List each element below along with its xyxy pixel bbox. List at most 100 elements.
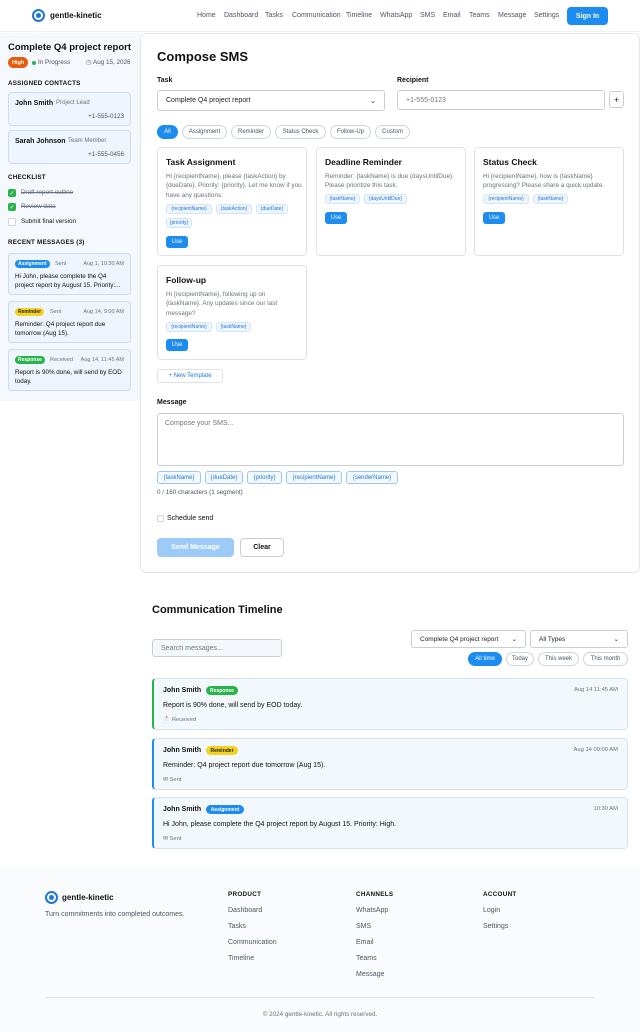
insert-variable-button[interactable]: {taskName} <box>157 471 201 484</box>
template-card[interactable]: Deadline Reminder Reminder: {taskName} i… <box>316 147 466 256</box>
template-tag: {priority} <box>166 218 192 228</box>
insert-variable-button[interactable]: {senderName} <box>346 471 398 484</box>
message-label: Message <box>157 399 187 406</box>
footer-link[interactable]: Email <box>356 939 374 946</box>
send-message-button[interactable]: Send Message <box>157 538 234 557</box>
timeline-message[interactable]: John Smith Assignment 10:30 AM Hi John, … <box>152 797 628 849</box>
contacts-heading: ASSIGNED CONTACTS <box>8 80 81 87</box>
nav-home[interactable]: Home <box>197 12 216 19</box>
site-footer: gentle-kinetic Turn commitments into com… <box>0 866 640 1032</box>
nav-communication[interactable]: Communication <box>292 12 341 19</box>
footer-col-title: CHANNELS <box>356 891 394 898</box>
nav-dashboard[interactable]: Dashboard <box>224 12 258 19</box>
task-label: Task <box>157 77 173 84</box>
logo-icon <box>45 891 58 904</box>
nav-message[interactable]: Message <box>498 12 526 19</box>
timeline-message[interactable]: John Smith Reminder Aug 14 09:00 AM Remi… <box>152 738 628 790</box>
message-body: Reminder: Q4 project report due tomorrow… <box>163 762 326 769</box>
type-filter-select[interactable]: All Types ⌄ <box>530 630 628 648</box>
range-today[interactable]: Today <box>506 652 534 666</box>
clock-icon: ◷ <box>86 59 92 66</box>
type-badge: Response <box>15 356 45 364</box>
template-title: Deadline Reminder <box>325 157 402 167</box>
filter-reminder[interactable]: Reminder <box>231 125 271 139</box>
nav-tasks[interactable]: Tasks <box>265 12 283 19</box>
status-text: Sent <box>169 836 182 842</box>
timeline-message[interactable]: John Smith Response Aug 14 11:45 AM Repo… <box>152 678 628 730</box>
template-tag: {recipientName} <box>483 194 529 204</box>
template-tag: {recipientName} <box>166 322 212 332</box>
footer-link[interactable]: SMS <box>356 923 371 930</box>
nav-email[interactable]: Email <box>443 12 461 19</box>
template-body: Reminder: {taskName} is due {daysUntilDu… <box>325 173 454 190</box>
insert-variable-button[interactable]: {priority} <box>247 471 282 484</box>
search-input[interactable] <box>152 639 282 657</box>
insert-variable-button[interactable]: {recipientName} <box>286 471 342 484</box>
brand-name[interactable]: gentle-kinetic <box>50 11 102 20</box>
filter-all[interactable]: All <box>157 125 178 139</box>
range-this-week[interactable]: This week <box>538 652 579 666</box>
checkbox-checked-icon[interactable]: ✓ <box>8 203 16 211</box>
footer-link[interactable]: WhatsApp <box>356 907 388 914</box>
filter-assignment[interactable]: Assignment <box>182 125 227 139</box>
communication-timeline: Communication Timeline Complete Q4 proje… <box>140 588 640 864</box>
filter-status-check[interactable]: Status Check <box>275 125 326 139</box>
range-all-time[interactable]: All time <box>468 652 502 666</box>
clear-button[interactable]: Clear <box>240 538 284 557</box>
add-recipient-button[interactable]: + <box>609 91 624 108</box>
new-template-button[interactable]: + New Template <box>157 369 223 383</box>
use-template-button[interactable]: Use <box>166 236 188 248</box>
filter-follow-up[interactable]: Follow-Up <box>330 125 371 139</box>
nav-whatsapp[interactable]: WhatsApp <box>380 12 412 19</box>
recent-message[interactable]: Reminder Sent Aug 14, 9:00 AM Reminder: … <box>8 301 131 343</box>
footer-link[interactable]: Settings <box>483 923 508 930</box>
sign-in-button[interactable]: Sign In <box>567 7 608 25</box>
nav-teams[interactable]: Teams <box>469 12 490 19</box>
insert-variable-button[interactable]: {dueDate} <box>205 471 243 484</box>
use-template-button[interactable]: Use <box>483 212 505 224</box>
type-badge: Reminder <box>15 308 45 316</box>
template-card[interactable]: Follow-up Hi {recipientName}, following … <box>157 265 307 360</box>
nav-settings[interactable]: Settings <box>534 12 559 19</box>
footer-link[interactable]: Communication <box>228 939 277 946</box>
template-tag: {dueDate} <box>256 204 288 214</box>
nav-timeline[interactable]: Timeline <box>346 12 372 19</box>
message-textarea[interactable] <box>157 413 624 466</box>
footer-link[interactable]: Timeline <box>228 955 254 962</box>
template-card[interactable]: Task Assignment Hi {recipientName}, plea… <box>157 147 307 256</box>
checklist-heading: CHECKLIST <box>8 174 46 181</box>
logo-icon[interactable] <box>32 9 45 22</box>
envelope-icon: ✉ <box>163 777 168 783</box>
chevron-down-icon: ⌄ <box>613 636 619 643</box>
timestamp: Aug 14 09:00 AM <box>573 747 618 753</box>
footer-link[interactable]: Dashboard <box>228 907 262 914</box>
nav-sms[interactable]: SMS <box>420 12 435 19</box>
use-template-button[interactable]: Use <box>166 339 188 351</box>
status-dot-icon <box>32 61 36 65</box>
footer-link[interactable]: Message <box>356 971 384 978</box>
recent-message[interactable]: Response Received Aug 14, 11:45 AM Repor… <box>8 349 131 391</box>
recipient-input[interactable] <box>397 90 605 110</box>
checkbox-checked-icon[interactable]: ✓ <box>8 189 16 197</box>
footer-link[interactable]: Teams <box>356 955 377 962</box>
filter-custom[interactable]: Custom <box>375 125 410 139</box>
template-card[interactable]: Status Check Hi {recipientName}, how is … <box>474 147 624 256</box>
footer-link[interactable]: Tasks <box>228 923 246 930</box>
task-select[interactable]: Complete Q4 project report ⌄ <box>157 90 385 111</box>
footer-link[interactable]: Login <box>483 907 500 914</box>
contact-card[interactable]: John Smith Project Lead +1-555-0123 <box>8 92 131 126</box>
template-body: Hi {recipientName}, please {taskAction} … <box>166 173 302 199</box>
checkbox-unchecked-icon[interactable] <box>8 218 16 226</box>
recent-message[interactable]: Assignment Sent Aug 1, 10:30 AM Hi John,… <box>8 253 131 295</box>
template-body: Hi {recipientName}, how is {taskName} pr… <box>483 173 605 190</box>
status-line: 📩 Received <box>163 717 196 723</box>
compose-title: Compose SMS <box>157 49 249 64</box>
task-filter-select[interactable]: Complete Q4 project report ⌄ <box>411 630 526 648</box>
contact-card[interactable]: Sarah Johnson Team Member +1-555-0456 <box>8 130 131 164</box>
schedule-checkbox[interactable] <box>157 515 164 522</box>
task-select-value: Complete Q4 project report <box>166 97 251 104</box>
message-preview: Reminder: Q4 project report due tomorrow… <box>15 321 106 338</box>
range-this-month[interactable]: This month <box>583 652 628 666</box>
status-line: ✉ Sent <box>163 836 181 842</box>
use-template-button[interactable]: Use <box>325 212 347 224</box>
